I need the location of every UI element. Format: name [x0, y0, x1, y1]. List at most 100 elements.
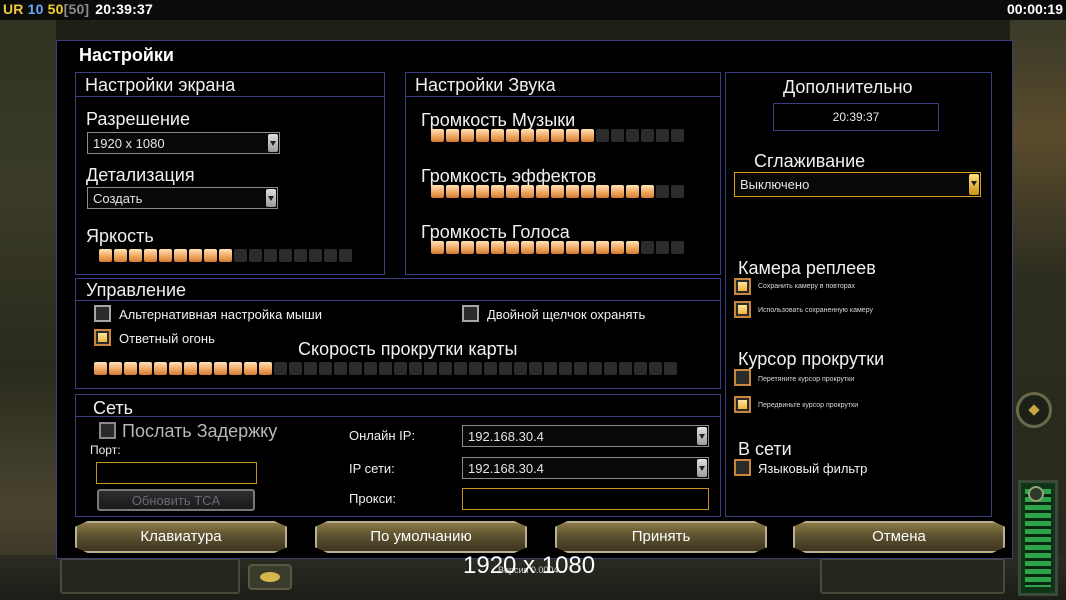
slider-segment[interactable] — [619, 362, 632, 375]
slider-segment[interactable] — [431, 185, 444, 198]
slider-segment[interactable] — [424, 362, 437, 375]
slider-segment[interactable] — [521, 241, 534, 254]
slider-segment[interactable] — [309, 249, 322, 262]
slider-segment[interactable] — [581, 185, 594, 198]
chevron-down-icon[interactable] — [697, 427, 707, 445]
slider-segment[interactable] — [294, 249, 307, 262]
slider-segment[interactable] — [229, 362, 242, 375]
slider-segment[interactable] — [649, 362, 662, 375]
slider-segment[interactable] — [446, 241, 459, 254]
slider-segment[interactable] — [394, 362, 407, 375]
slider-segment[interactable] — [536, 129, 549, 142]
slider-segment[interactable] — [656, 241, 669, 254]
slider-segment[interactable] — [491, 129, 504, 142]
slider-segment[interactable] — [139, 362, 152, 375]
slider-segment[interactable] — [454, 362, 467, 375]
slider-segment[interactable] — [641, 185, 654, 198]
slider-segment[interactable] — [626, 129, 639, 142]
port-input[interactable] — [96, 462, 257, 484]
slider-segment[interactable] — [506, 185, 519, 198]
slider-segment[interactable] — [446, 185, 459, 198]
slider-segment[interactable] — [244, 362, 257, 375]
slider-segment[interactable] — [184, 362, 197, 375]
slider-segment[interactable] — [671, 185, 684, 198]
slider-segment[interactable] — [476, 241, 489, 254]
slider-segment[interactable] — [671, 241, 684, 254]
slider-segment[interactable] — [109, 362, 122, 375]
detail-dropdown[interactable]: Создать — [87, 187, 278, 209]
resolution-dropdown[interactable]: 1920 x 1080 — [87, 132, 280, 154]
slider-segment[interactable] — [274, 362, 287, 375]
use-saved-camera-checkbox[interactable] — [734, 301, 751, 318]
slider-segment[interactable] — [626, 185, 639, 198]
slider-segment[interactable] — [566, 129, 579, 142]
slider-segment[interactable] — [596, 241, 609, 254]
double-click-guard-checkbox[interactable] — [462, 305, 479, 322]
voice-volume-slider[interactable] — [431, 241, 684, 254]
slider-segment[interactable] — [461, 185, 474, 198]
slider-segment[interactable] — [491, 241, 504, 254]
return-fire-checkbox[interactable] — [94, 329, 111, 346]
slider-segment[interactable] — [566, 241, 579, 254]
slider-segment[interactable] — [431, 129, 444, 142]
lan-ip-dropdown[interactable]: 192.168.30.4 — [462, 457, 709, 479]
slider-segment[interactable] — [536, 241, 549, 254]
slider-segment[interactable] — [581, 241, 594, 254]
slider-segment[interactable] — [641, 241, 654, 254]
slider-segment[interactable] — [664, 362, 677, 375]
chevron-down-icon[interactable] — [969, 174, 979, 195]
slider-segment[interactable] — [476, 185, 489, 198]
slider-segment[interactable] — [506, 241, 519, 254]
slider-segment[interactable] — [581, 129, 594, 142]
slider-segment[interactable] — [476, 129, 489, 142]
slider-segment[interactable] — [521, 129, 534, 142]
language-filter-checkbox[interactable] — [734, 459, 751, 476]
slider-segment[interactable] — [574, 362, 587, 375]
slider-segment[interactable] — [99, 249, 112, 262]
slider-segment[interactable] — [671, 129, 684, 142]
slider-segment[interactable] — [551, 241, 564, 254]
online-ip-dropdown[interactable]: 192.168.30.4 — [462, 425, 709, 447]
slider-segment[interactable] — [611, 129, 624, 142]
proxy-input[interactable] — [462, 488, 709, 510]
slider-segment[interactable] — [174, 249, 187, 262]
slider-segment[interactable] — [529, 362, 542, 375]
slider-segment[interactable] — [259, 362, 272, 375]
effects-volume-slider[interactable] — [431, 185, 684, 198]
slider-segment[interactable] — [264, 249, 277, 262]
slider-segment[interactable] — [461, 241, 474, 254]
slider-segment[interactable] — [129, 249, 142, 262]
slider-segment[interactable] — [339, 249, 352, 262]
slider-segment[interactable] — [289, 362, 302, 375]
alt-mouse-checkbox[interactable] — [94, 305, 111, 322]
slider-segment[interactable] — [204, 249, 217, 262]
slider-segment[interactable] — [446, 129, 459, 142]
slider-segment[interactable] — [634, 362, 647, 375]
slider-segment[interactable] — [189, 249, 202, 262]
slider-segment[interactable] — [114, 249, 127, 262]
slider-segment[interactable] — [169, 362, 182, 375]
slider-segment[interactable] — [334, 362, 347, 375]
slider-segment[interactable] — [154, 362, 167, 375]
slider-segment[interactable] — [604, 362, 617, 375]
slider-segment[interactable] — [521, 185, 534, 198]
slider-segment[interactable] — [469, 362, 482, 375]
slider-segment[interactable] — [551, 185, 564, 198]
slider-segment[interactable] — [611, 241, 624, 254]
slider-segment[interactable] — [364, 362, 377, 375]
slider-segment[interactable] — [409, 362, 422, 375]
cancel-button[interactable]: Отмена — [793, 521, 1005, 553]
save-camera-checkbox[interactable] — [734, 278, 751, 295]
slider-segment[interactable] — [319, 362, 332, 375]
slider-segment[interactable] — [214, 362, 227, 375]
music-volume-slider[interactable] — [431, 129, 684, 142]
slider-segment[interactable] — [144, 249, 157, 262]
slider-segment[interactable] — [279, 249, 292, 262]
slider-segment[interactable] — [589, 362, 602, 375]
slider-segment[interactable] — [491, 185, 504, 198]
slider-segment[interactable] — [431, 241, 444, 254]
slider-segment[interactable] — [641, 129, 654, 142]
slider-segment[interactable] — [249, 249, 262, 262]
slider-segment[interactable] — [611, 185, 624, 198]
scroll-speed-slider[interactable] — [94, 362, 677, 375]
